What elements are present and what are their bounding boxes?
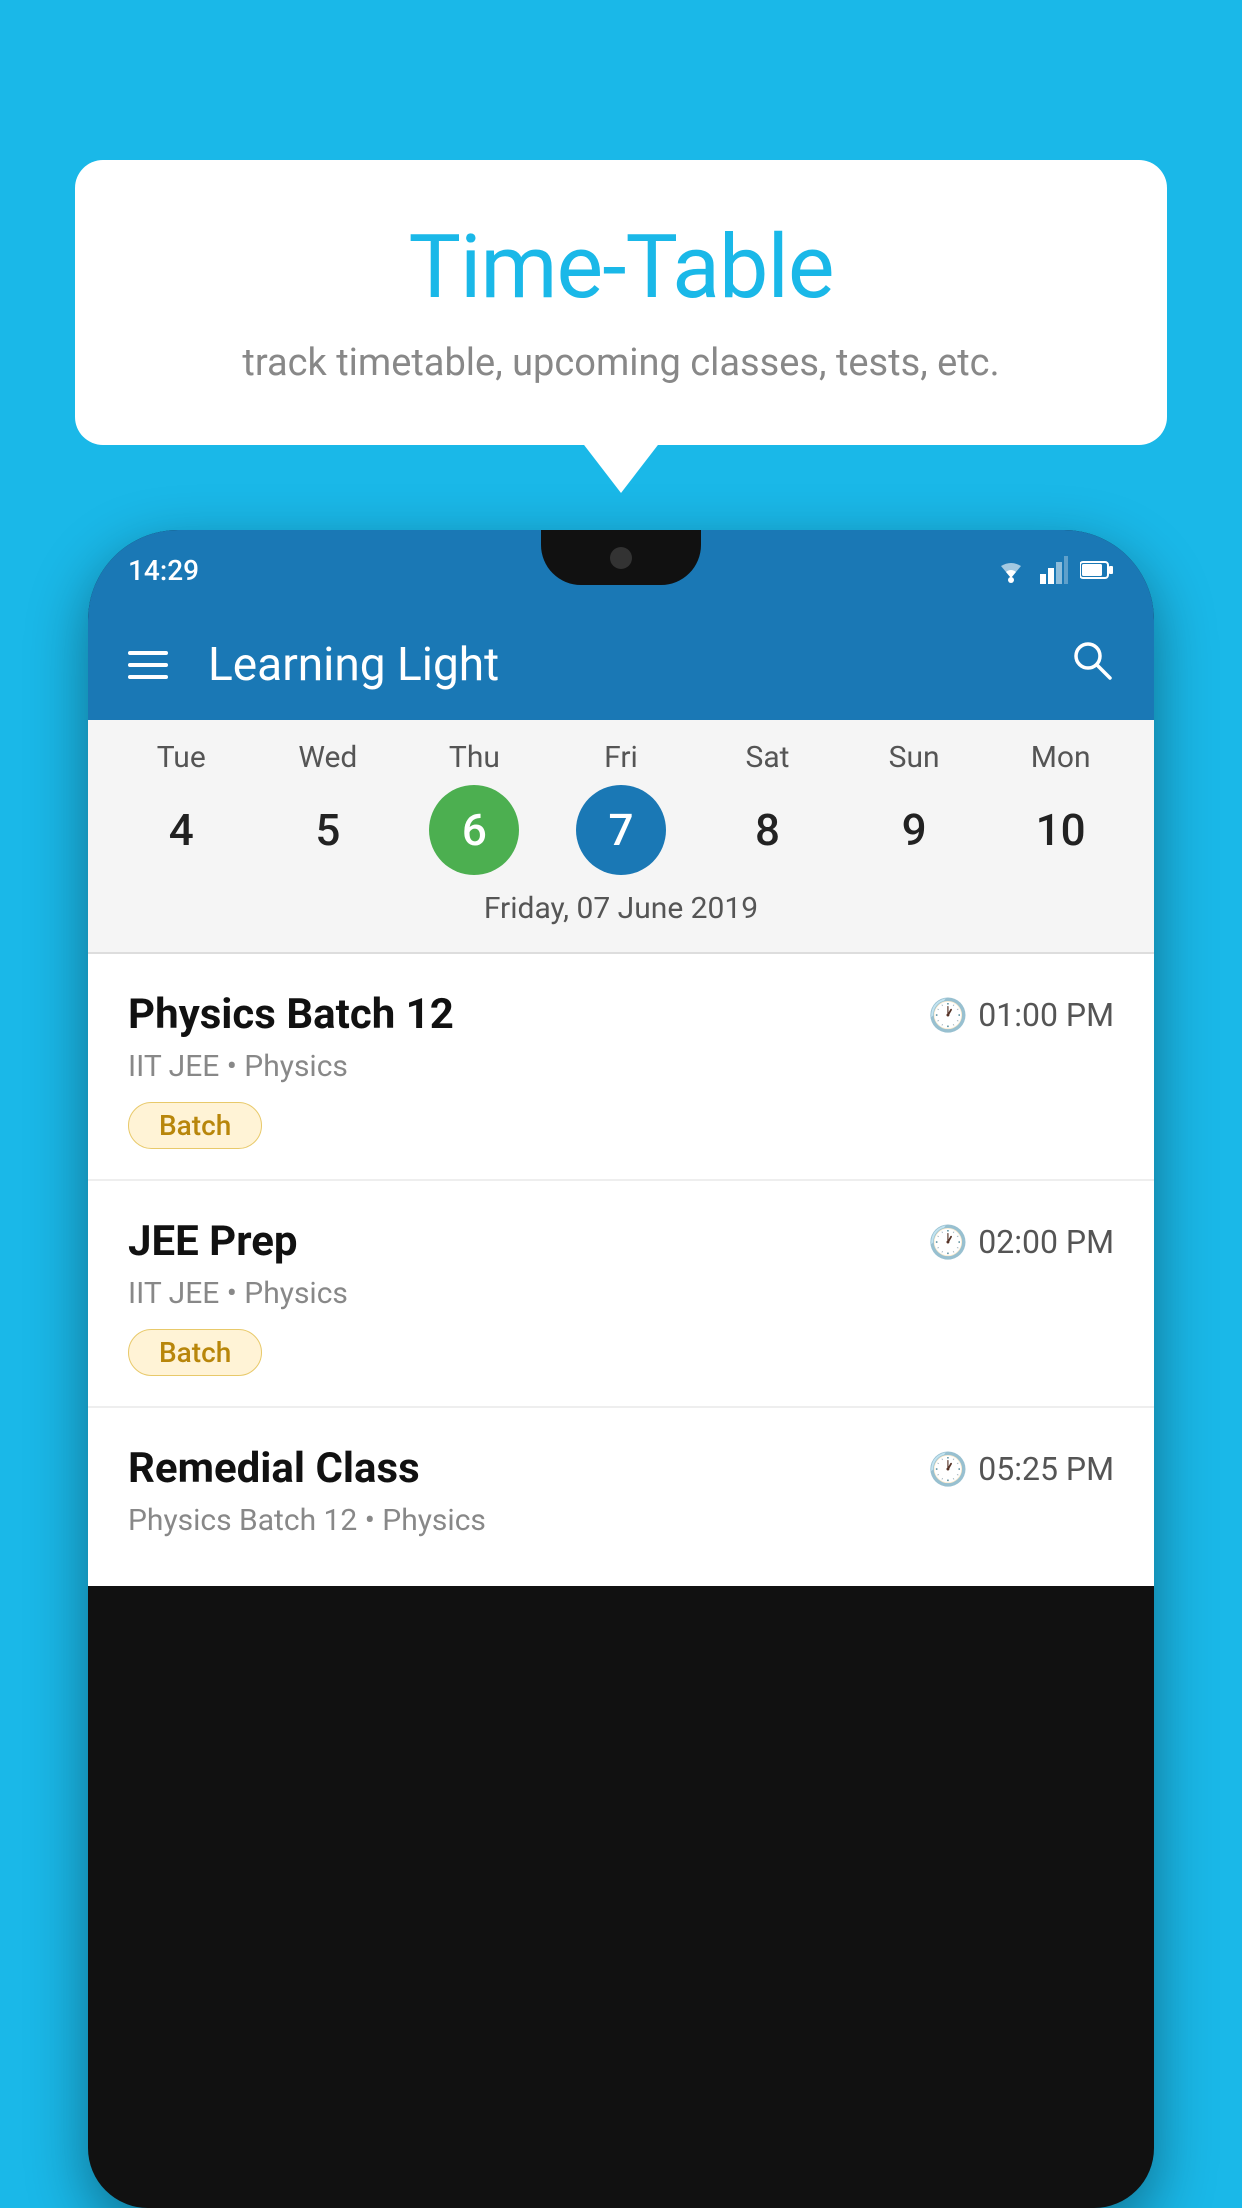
battery-icon — [1080, 560, 1114, 580]
app-bar: Learning Light — [88, 610, 1154, 720]
notch-cutout — [541, 530, 701, 585]
batch-badge-1: Batch — [128, 1102, 262, 1149]
day-5[interactable]: 5 — [283, 785, 373, 875]
class-item-remedial[interactable]: Remedial Class 🕐 05:25 PM Physics Batch … — [88, 1408, 1154, 1586]
class-time-1: 🕐 01:00 PM — [928, 996, 1114, 1034]
phone-frame: 14:29 — [88, 530, 1154, 2208]
class-subtitle-3: Physics Batch 12 • Physics — [128, 1503, 1114, 1538]
class-item-jee-prep[interactable]: JEE Prep 🕐 02:00 PM IIT JEE • Physics Ba… — [88, 1181, 1154, 1408]
camera-dot — [610, 547, 632, 569]
class-list: Physics Batch 12 🕐 01:00 PM IIT JEE • Ph… — [88, 954, 1154, 1586]
day-headers: Tue Wed Thu Fri Sat Sun Mon — [88, 740, 1154, 775]
day-header-thu: Thu — [414, 740, 534, 775]
search-button[interactable] — [1070, 638, 1114, 693]
class-item-row1: Physics Batch 12 🕐 01:00 PM — [128, 990, 1114, 1039]
signal-icon — [1040, 556, 1068, 584]
day-7-selected[interactable]: 7 — [576, 785, 666, 875]
day-header-sun: Sun — [854, 740, 974, 775]
app-bar-title: Learning Light — [208, 638, 1070, 692]
day-header-sat: Sat — [708, 740, 828, 775]
class-item-row2: JEE Prep 🕐 02:00 PM — [128, 1217, 1114, 1266]
clock-icon-1: 🕐 — [928, 996, 968, 1034]
day-header-mon: Mon — [1001, 740, 1121, 775]
calendar-strip: Tue Wed Thu Fri Sat Sun Mon 4 5 6 7 8 9 … — [88, 720, 1154, 952]
class-title-1: Physics Batch 12 — [128, 990, 454, 1039]
class-title-2: JEE Prep — [128, 1217, 298, 1266]
class-title-3: Remedial Class — [128, 1444, 420, 1493]
day-header-tue: Tue — [121, 740, 241, 775]
search-icon — [1070, 638, 1114, 682]
day-9[interactable]: 9 — [869, 785, 959, 875]
class-subtitle-1: IIT JEE • Physics — [128, 1049, 1114, 1084]
hamburger-menu-icon[interactable] — [128, 651, 168, 679]
class-time-3: 🕐 05:25 PM — [928, 1450, 1114, 1488]
screen-content: Tue Wed Thu Fri Sat Sun Mon 4 5 6 7 8 9 … — [88, 720, 1154, 1586]
day-6-today[interactable]: 6 — [429, 785, 519, 875]
clock-icon-2: 🕐 — [928, 1223, 968, 1261]
status-time: 14:29 — [128, 554, 199, 587]
day-8[interactable]: 8 — [723, 785, 813, 875]
speech-bubble: Time-Table track timetable, upcoming cla… — [75, 160, 1167, 445]
status-icons — [994, 556, 1114, 584]
class-time-2: 🕐 02:00 PM — [928, 1223, 1114, 1261]
class-subtitle-2: IIT JEE • Physics — [128, 1276, 1114, 1311]
class-item-physics-batch[interactable]: Physics Batch 12 🕐 01:00 PM IIT JEE • Ph… — [88, 954, 1154, 1181]
bubble-title: Time-Table — [135, 220, 1107, 317]
day-4[interactable]: 4 — [136, 785, 226, 875]
day-header-wed: Wed — [268, 740, 388, 775]
batch-badge-2: Batch — [128, 1329, 262, 1376]
day-10[interactable]: 10 — [1016, 785, 1106, 875]
bubble-subtitle: track timetable, upcoming classes, tests… — [135, 337, 1107, 390]
day-numbers: 4 5 6 7 8 9 10 — [88, 785, 1154, 875]
class-item-row3: Remedial Class 🕐 05:25 PM — [128, 1444, 1114, 1493]
selected-date-label: Friday, 07 June 2019 — [88, 891, 1154, 942]
wifi-icon — [994, 556, 1028, 584]
day-header-fri: Fri — [561, 740, 681, 775]
status-bar: 14:29 — [88, 530, 1154, 610]
speech-bubble-wrapper: Time-Table track timetable, upcoming cla… — [75, 160, 1167, 445]
clock-icon-3: 🕐 — [928, 1450, 968, 1488]
